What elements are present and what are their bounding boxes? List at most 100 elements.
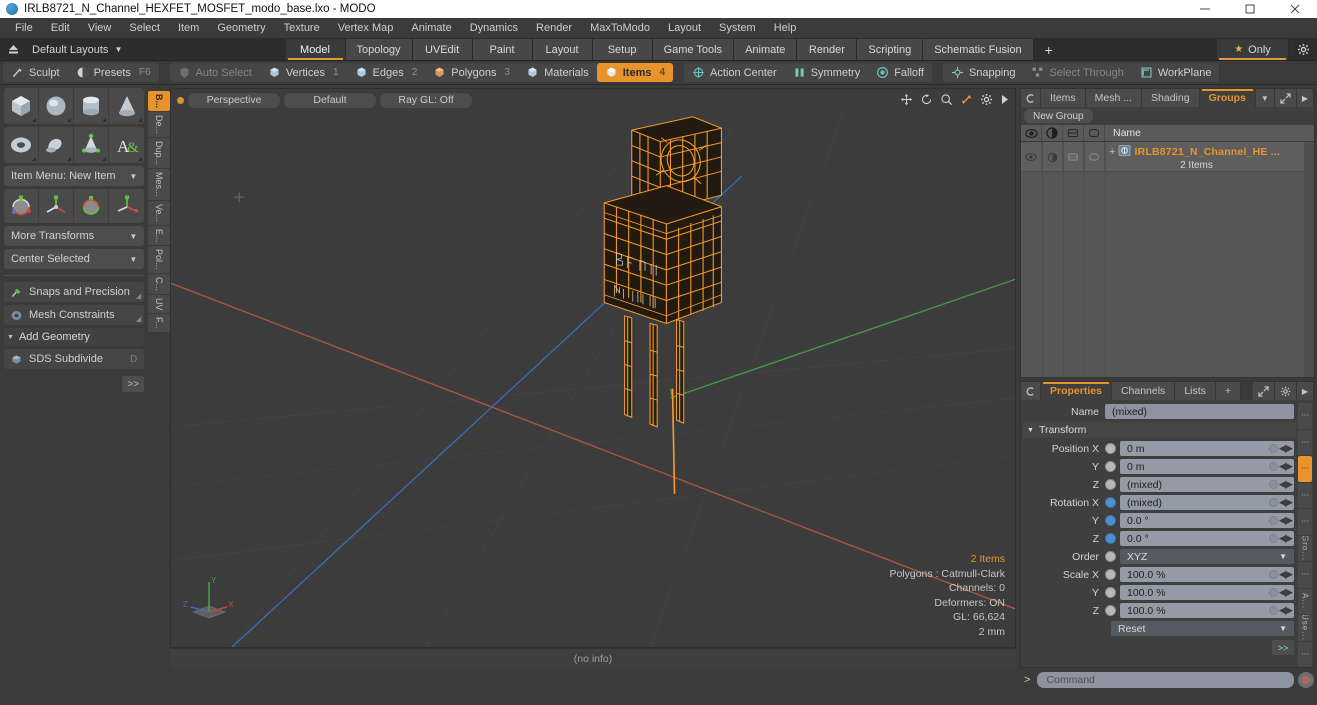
auto-select-button[interactable]: Auto Select bbox=[170, 63, 260, 82]
tab-lists[interactable]: Lists bbox=[1175, 382, 1216, 400]
center-selected-dropdown[interactable]: Center Selected ▼ bbox=[4, 249, 145, 269]
select-through-button[interactable]: Select Through bbox=[1023, 63, 1131, 82]
presets-button[interactable]: Presets F6 bbox=[68, 63, 159, 82]
rvtab-4[interactable]: ⋮ bbox=[1298, 482, 1312, 508]
stepper-arrows-icon[interactable]: ◀|▶ bbox=[1279, 587, 1293, 598]
capsule-tool[interactable] bbox=[39, 127, 75, 163]
teapot-tool[interactable] bbox=[74, 127, 110, 163]
vtab-mesh[interactable]: Mes... bbox=[148, 169, 170, 200]
vtab-duplicate[interactable]: Dup... bbox=[148, 138, 170, 169]
minimize-icon[interactable] bbox=[1182, 0, 1227, 18]
tab-render[interactable]: Render bbox=[797, 39, 858, 60]
stepper-arrows-icon[interactable]: ◀|▶ bbox=[1279, 461, 1293, 472]
sphere-tool[interactable] bbox=[39, 88, 75, 124]
falloff-button[interactable]: Falloff bbox=[868, 63, 932, 82]
add-tab-button[interactable]: + bbox=[1033, 39, 1064, 60]
tab-groups[interactable]: Groups bbox=[1199, 89, 1256, 107]
raygl-button[interactable]: Ray GL: Off bbox=[380, 92, 472, 108]
rvtab-5[interactable]: ⋮ bbox=[1298, 509, 1312, 535]
wireframe-icon[interactable] bbox=[1063, 125, 1084, 141]
menu-maxtomodo[interactable]: MaxToModo bbox=[581, 18, 659, 39]
gear-icon[interactable] bbox=[1274, 382, 1297, 400]
order-channel-dot[interactable] bbox=[1105, 551, 1116, 562]
rvtab-2[interactable]: ⋮ bbox=[1298, 429, 1312, 455]
expand-panel-icon[interactable] bbox=[1252, 382, 1275, 400]
render-icon[interactable] bbox=[1042, 125, 1063, 141]
action-center-button[interactable]: Action Center bbox=[684, 63, 785, 82]
name-input[interactable]: (mixed) bbox=[1105, 404, 1294, 419]
sculpt-button[interactable]: Sculpt bbox=[3, 63, 68, 82]
tab-model[interactable]: Model bbox=[285, 39, 346, 60]
rotation-y-input[interactable]: 0.0 ° ◀|▶ bbox=[1120, 513, 1294, 528]
menu-select[interactable]: Select bbox=[120, 18, 169, 39]
cube-tool[interactable] bbox=[4, 88, 40, 124]
snapping-button[interactable]: Snapping bbox=[943, 63, 1024, 82]
vtab-polygon[interactable]: Pol... bbox=[148, 246, 170, 273]
stepper-arrows-icon[interactable]: ◀|▶ bbox=[1279, 497, 1293, 508]
scale-x-input[interactable]: 100.0 % ◀|▶ bbox=[1120, 567, 1294, 582]
tab-setup[interactable]: Setup bbox=[592, 39, 653, 60]
vertices-button[interactable]: Vertices 1 bbox=[260, 63, 347, 82]
menu-layout[interactable]: Layout bbox=[659, 18, 710, 39]
tab-schematic-fusion[interactable]: Schematic Fusion bbox=[923, 39, 1034, 60]
menu-geometry[interactable]: Geometry bbox=[208, 18, 274, 39]
rvtab-a[interactable]: A... bbox=[1298, 588, 1312, 614]
chevron-down-icon[interactable]: ▼ bbox=[1255, 89, 1275, 107]
shaded-icon[interactable] bbox=[1084, 125, 1105, 141]
transform-section-header[interactable]: ▼ Transform bbox=[1023, 422, 1296, 438]
arrow-right-icon[interactable]: ▶ bbox=[1296, 89, 1314, 107]
eject-icon[interactable] bbox=[0, 39, 26, 60]
torus-tool[interactable] bbox=[4, 127, 40, 163]
fit-icon[interactable] bbox=[960, 93, 973, 109]
rvtab-3[interactable]: ⋮ bbox=[1298, 456, 1312, 482]
gear-icon[interactable] bbox=[1289, 39, 1317, 60]
scale-z-channel-dot[interactable] bbox=[1105, 605, 1116, 616]
item-name-cell[interactable]: + IRLB8721_N_Channel_HE ... 2 Items bbox=[1105, 142, 1314, 171]
rvtab-groups[interactable]: Gro... bbox=[1298, 535, 1312, 561]
materials-button[interactable]: Materials bbox=[518, 63, 597, 82]
item-wireframe-toggle[interactable] bbox=[1063, 142, 1084, 172]
position-x-input[interactable]: 0 m ◀|▶ bbox=[1120, 441, 1294, 456]
item-visibility-toggle[interactable] bbox=[1021, 142, 1042, 172]
rvtab-7[interactable]: ⋮ bbox=[1298, 562, 1312, 588]
tab-topology[interactable]: Topology bbox=[345, 39, 413, 60]
scale-tool[interactable] bbox=[74, 189, 110, 223]
rotation-x-channel-dot[interactable] bbox=[1105, 497, 1116, 508]
menu-vertex-map[interactable]: Vertex Map bbox=[329, 18, 403, 39]
panel-menu-icon[interactable] bbox=[1021, 89, 1041, 107]
vtab-fusion[interactable]: F... bbox=[148, 314, 170, 333]
position-y-input[interactable]: 0 m ◀|▶ bbox=[1120, 459, 1294, 474]
groups-list-body[interactable]: + IRLB8721_N_Channel_HE ... 2 Items bbox=[1021, 142, 1314, 377]
rotation-y-channel-dot[interactable] bbox=[1105, 515, 1116, 526]
position-y-channel-dot[interactable] bbox=[1105, 461, 1116, 472]
scale-y-channel-dot[interactable] bbox=[1105, 587, 1116, 598]
menu-texture[interactable]: Texture bbox=[275, 18, 329, 39]
menu-help[interactable]: Help bbox=[765, 18, 806, 39]
rvtab-10[interactable]: ⋮ bbox=[1298, 641, 1312, 667]
mesh-constraints-button[interactable]: Mesh Constraints ◢ bbox=[4, 305, 145, 325]
3d-viewport[interactable]: Perspective Default Ray GL: Off Y X Z 2 … bbox=[170, 88, 1016, 648]
position-z-input[interactable]: (mixed) ◀|▶ bbox=[1120, 477, 1294, 492]
rotate-tool[interactable] bbox=[39, 189, 75, 223]
menu-edit[interactable]: Edit bbox=[42, 18, 79, 39]
rotation-z-channel-dot[interactable] bbox=[1105, 533, 1116, 544]
position-z-channel-dot[interactable] bbox=[1105, 479, 1116, 490]
text-tool[interactable]: A & bbox=[109, 127, 144, 163]
stepper-arrows-icon[interactable]: ◀|▶ bbox=[1279, 515, 1293, 526]
eye-icon[interactable] bbox=[1021, 125, 1042, 141]
list-item[interactable]: + IRLB8721_N_Channel_HE ... 2 Items bbox=[1021, 142, 1314, 172]
cylinder-tool[interactable] bbox=[74, 88, 110, 124]
groups-list-scrollbar[interactable] bbox=[1304, 142, 1314, 377]
position-x-channel-dot[interactable] bbox=[1105, 443, 1116, 454]
transform-tool[interactable] bbox=[109, 189, 144, 223]
vtab-vertex[interactable]: Ve... bbox=[148, 200, 170, 225]
tab-animate[interactable]: Animate bbox=[734, 39, 798, 60]
tab-game-tools[interactable]: Game Tools bbox=[652, 39, 735, 60]
menu-animate[interactable]: Animate bbox=[402, 18, 460, 39]
scale-x-channel-dot[interactable] bbox=[1105, 569, 1116, 580]
only-toggle[interactable]: ★ Only bbox=[1217, 39, 1289, 60]
tab-add[interactable]: + bbox=[1215, 382, 1242, 400]
vtab-deform[interactable]: De... bbox=[148, 112, 170, 138]
view-mode-button[interactable]: Perspective bbox=[188, 92, 280, 108]
stepper-arrows-icon[interactable]: ◀|▶ bbox=[1279, 479, 1293, 490]
